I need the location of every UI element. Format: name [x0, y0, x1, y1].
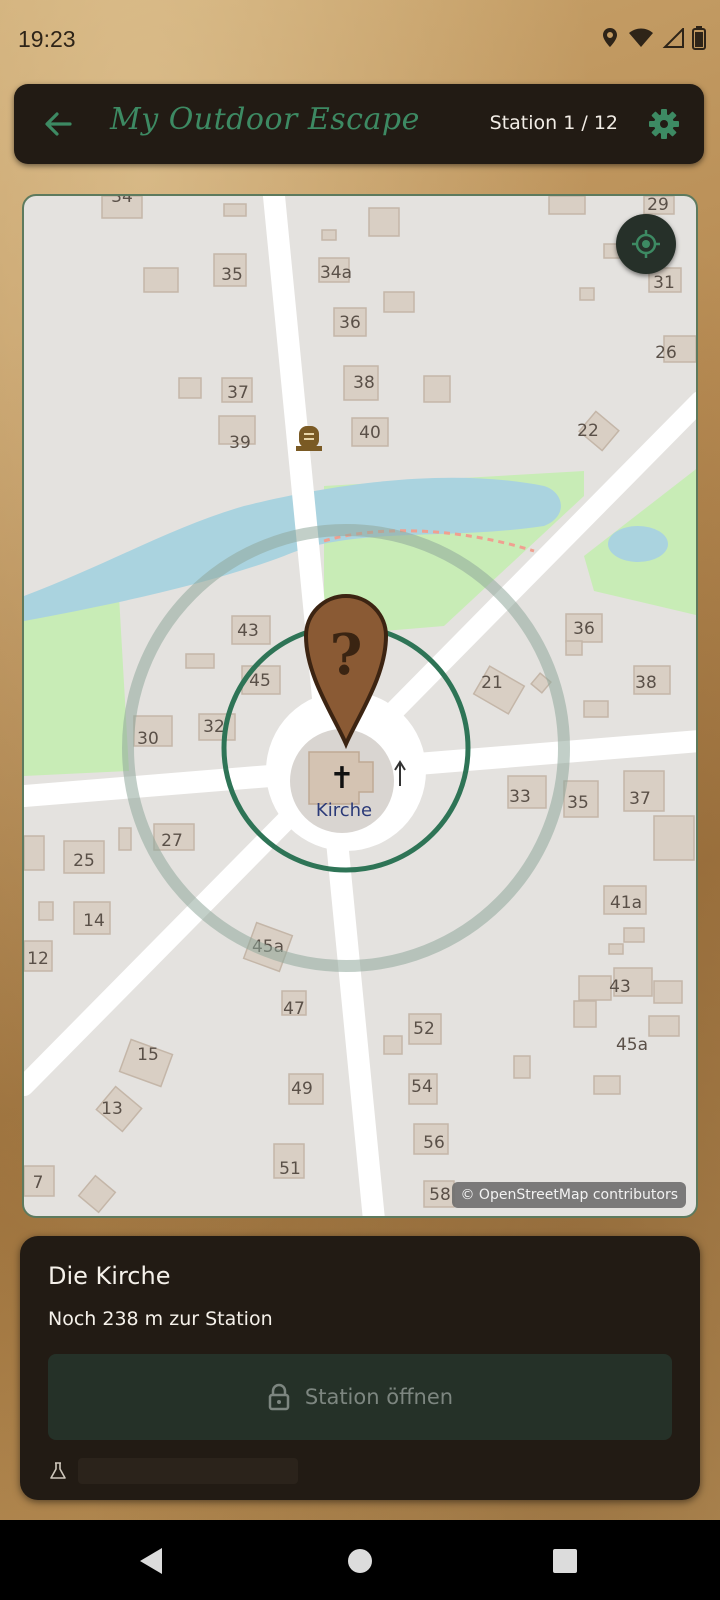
house-number: 35: [567, 793, 589, 813]
open-station-label: Station öffnen: [304, 1385, 454, 1409]
distance-text: Noch 238 m zur Station: [48, 1308, 273, 1330]
house-number: 34: [111, 196, 133, 207]
house-number: 36: [573, 619, 595, 639]
nav-recents-button[interactable]: [548, 1544, 582, 1578]
house-number: 45: [249, 671, 271, 691]
house-number: 26: [655, 343, 677, 363]
poi-label: Kirche: [316, 800, 372, 821]
svg-text:?: ?: [330, 622, 363, 688]
house-number: 43: [237, 621, 259, 641]
house-number: 45a: [616, 1035, 648, 1055]
house-number: 30: [137, 729, 159, 749]
house-number: 37: [629, 789, 651, 809]
house-number: 27: [161, 831, 183, 851]
arrow-left-icon: [45, 112, 72, 136]
house-number: 39: [229, 433, 251, 453]
house-number: 21: [481, 673, 503, 693]
house-number: 47: [283, 999, 305, 1019]
map-attribution[interactable]: © OpenStreetMap contributors: [452, 1182, 686, 1208]
house-number: 41a: [610, 893, 642, 913]
back-triangle-icon: [140, 1548, 162, 1574]
house-number: 22: [577, 421, 599, 441]
house-number: 15: [137, 1045, 159, 1065]
house-number: 35: [221, 265, 243, 285]
settings-button[interactable]: [646, 106, 682, 142]
debug-row: [48, 1458, 298, 1484]
system-nav-bar: [0, 1520, 720, 1600]
house-number: 40: [359, 423, 381, 443]
location-icon: [603, 28, 617, 47]
wifi-icon: [629, 28, 653, 47]
park-area: [24, 596, 129, 776]
house-number: 13: [101, 1099, 123, 1119]
gear-icon: [649, 109, 679, 139]
house-number: 29: [647, 196, 669, 215]
map-canvas[interactable]: ✝ Kirche 34 29 35 34a 31 36 26 37 38 39 …: [24, 196, 698, 1218]
house-number: 32: [203, 717, 225, 737]
home-circle-icon: [348, 1549, 372, 1573]
house-number: 37: [227, 383, 249, 403]
crosshair-icon: [632, 230, 660, 258]
house-number: 14: [83, 911, 105, 931]
top-app-bar: My Outdoor Escape Station 1 / 12: [14, 84, 704, 164]
church-symbol: ✝: [329, 761, 354, 796]
map-view[interactable]: ✝ Kirche 34 29 35 34a 31 36 26 37 38 39 …: [22, 194, 698, 1218]
house-number: 12: [27, 949, 49, 969]
open-station-button[interactable]: Station öffnen: [48, 1354, 672, 1440]
locate-me-button[interactable]: [616, 214, 676, 274]
house-number: 7: [33, 1173, 44, 1193]
nav-home-button[interactable]: [343, 1544, 377, 1578]
debug-placeholder: [78, 1458, 298, 1484]
house-number: 43: [609, 977, 631, 997]
status-time: 19:23: [18, 26, 76, 52]
app-title: My Outdoor Escape: [110, 102, 420, 137]
flask-icon: [50, 1462, 66, 1479]
nav-back-button[interactable]: [134, 1544, 168, 1578]
house-number: 36: [339, 313, 361, 333]
station-name: Die Kirche: [48, 1262, 171, 1290]
house-number: 54: [411, 1077, 433, 1097]
house-number: 52: [413, 1019, 435, 1039]
house-number: 38: [353, 373, 375, 393]
house-number: 49: [291, 1079, 313, 1099]
house-number: 34a: [320, 263, 352, 283]
back-button[interactable]: [38, 104, 78, 144]
house-number: 58: [429, 1185, 451, 1205]
signal-icon: [662, 28, 684, 48]
house-number: 33: [509, 787, 531, 807]
house-number: 56: [423, 1133, 445, 1153]
lock-icon: [268, 1383, 290, 1411]
station-panel: Die Kirche Noch 238 m zur Station Statio…: [20, 1236, 700, 1500]
house-number: 31: [653, 273, 675, 293]
pond: [608, 526, 668, 562]
recents-square-icon: [553, 1549, 577, 1573]
house-number: 51: [279, 1159, 301, 1179]
status-bar: 19:23: [0, 0, 720, 84]
status-icons: [600, 26, 706, 50]
house-number: 38: [635, 673, 657, 693]
station-counter: Station 1 / 12: [489, 112, 618, 134]
battery-icon: [692, 26, 706, 50]
house-number: 25: [73, 851, 95, 871]
